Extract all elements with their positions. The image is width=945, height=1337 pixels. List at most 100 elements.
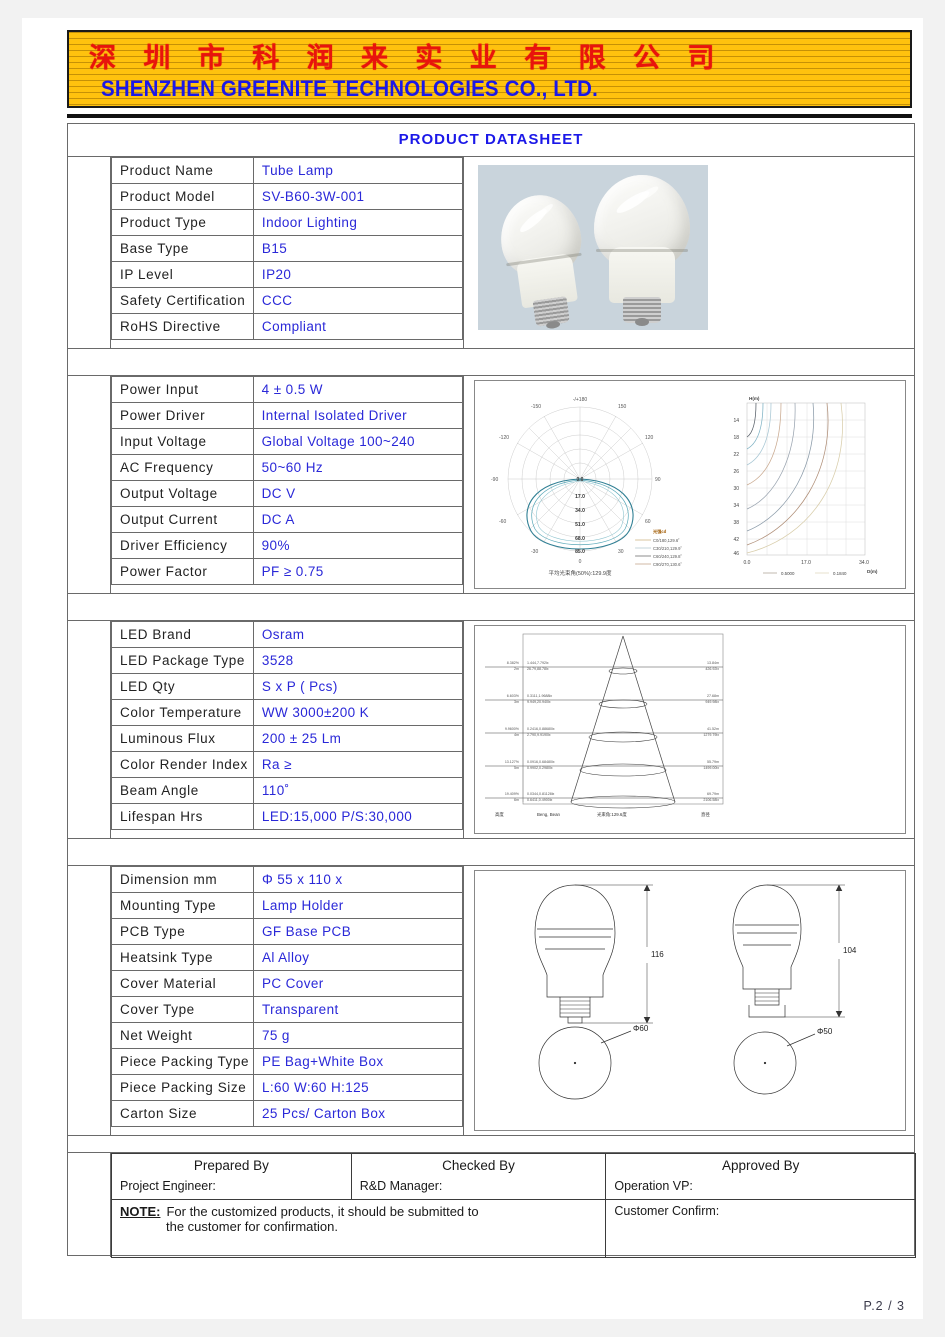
row-gutter [68, 621, 111, 838]
section-gap-1 [68, 348, 914, 376]
table-row: Mounting Type Lamp Holder [111, 892, 464, 919]
cad-drawings-pane: 116 104 Φ60 Φ50 [463, 866, 914, 1135]
spec-value: Lamp Holder [252, 892, 464, 919]
approved-by-role: Operation VP: [614, 1179, 693, 1193]
section-gap-2 [68, 593, 914, 621]
spec-label: Color Render Index [111, 751, 254, 778]
table-row: LED Qty S x P ( Pcs) [111, 673, 464, 700]
spec-label: Product Model [111, 183, 254, 210]
svg-text:0.6411,0.4900lx: 0.6411,0.4900lx [527, 798, 553, 802]
customer-confirm-cell[interactable]: Customer Confirm: [605, 1199, 916, 1258]
prepared-by-title: Prepared By [193, 1158, 269, 1173]
polar-chart-icon: -/+180 -150 150 -120 120 -90 90 -60 60 -… [491, 397, 682, 577]
svg-text:69.79m: 69.79m [707, 792, 719, 796]
spec-value: DC A [252, 506, 464, 533]
spec-value: Osram [252, 621, 464, 648]
svg-text:42: 42 [733, 537, 739, 543]
spec-value: 4 ± 0.5 W [252, 376, 464, 403]
svg-text:85.0: 85.0 [575, 549, 585, 555]
svg-text:9.9600%: 9.9600% [505, 727, 520, 731]
spec-label: IP Level [111, 261, 254, 288]
svg-text:34.0: 34.0 [575, 508, 585, 514]
table-row: Heatsink Type Al Alloy [111, 944, 464, 971]
section-led: LED Brand Osram LED Package Type 3528 LE… [68, 621, 914, 838]
svg-text:18: 18 [733, 435, 739, 441]
section-mechanical: Dimension mm Φ 55 x 110 x Mounting Type … [68, 866, 914, 1135]
section-product: Product Name Tube Lamp Product Model SV-… [68, 157, 914, 348]
note-label: NOTE: [120, 1204, 161, 1219]
dim-left-diameter: Φ60 [633, 1024, 649, 1033]
note-line-1: For the customized products, it should b… [166, 1204, 479, 1219]
svg-text:27.68m: 27.68m [707, 694, 719, 698]
prepared-by-role: Project Engineer: [120, 1179, 216, 1193]
company-name-english: SHENZHEN GREENITE TECHNOLOGIES CO., LTD. [101, 76, 598, 101]
table-row: RoHS Directive Compliant [111, 313, 464, 340]
svg-text:51.0: 51.0 [575, 522, 585, 528]
approved-by-title: Approved By [722, 1158, 800, 1173]
svg-text:60: 60 [645, 519, 651, 525]
svg-text:3m: 3m [514, 700, 519, 704]
table-row: Piece Packing Size L:60 W:60 H:125 [111, 1074, 464, 1101]
table-row: Cover Material PC Cover [111, 970, 464, 997]
svg-text:-60: -60 [499, 519, 506, 525]
svg-text:949.98lx: 949.98lx [705, 700, 719, 704]
svg-text:34.0: 34.0 [859, 560, 869, 566]
spec-label: Heatsink Type [111, 944, 254, 971]
table-row: Driver Efficiency 90% [111, 532, 464, 559]
spec-label: Piece Packing Type [111, 1048, 254, 1075]
spec-label: Base Type [111, 235, 254, 262]
svg-text:13.84m: 13.84m [707, 661, 719, 665]
product-photo-pane [463, 157, 914, 348]
table-row: LED Brand Osram [111, 621, 464, 648]
svg-text:68.0: 68.0 [575, 536, 585, 542]
approval-table: Prepared By Project Engineer: Checked By… [110, 1153, 916, 1258]
spec-value: SV-B60-3W-001 [252, 183, 464, 210]
spec-label: LED Qty [111, 673, 254, 700]
table-row: Product Name Tube Lamp [111, 157, 464, 184]
table-row: Carton Size 25 Pcs/ Carton Box [111, 1100, 464, 1127]
svg-text:-90: -90 [491, 477, 498, 483]
signature-block: Prepared By Project Engineer: Checked By… [68, 1153, 916, 1258]
approved-by-cell[interactable]: Approved By Operation VP: [605, 1153, 916, 1200]
mechanical-spec-table: Dimension mm Φ 55 x 110 x Mounting Type … [111, 866, 464, 1127]
svg-text:0.1840: 0.1840 [833, 571, 847, 576]
svg-text:22: 22 [733, 452, 739, 458]
svg-text:0.0: 0.0 [577, 477, 584, 483]
svg-text:-/+180: -/+180 [573, 397, 588, 403]
spec-value: 110˚ [252, 777, 464, 804]
power-spec-table: Power Input 4 ± 0.5 W Power Driver Inter… [111, 376, 464, 585]
spec-label: Safety Certification [111, 287, 254, 314]
spec-label: Output Voltage [111, 480, 254, 507]
table-row: Output Current DC A [111, 506, 464, 533]
prepared-by-cell[interactable]: Prepared By Project Engineer: [111, 1153, 352, 1200]
spec-value: PC Cover [252, 970, 464, 997]
spec-value: Φ 55 x 110 x [252, 866, 464, 893]
svg-text:光强cd: 光强cd [652, 528, 667, 535]
spec-label: Product Type [111, 209, 254, 236]
svg-text:光束角:129.6度: 光束角:129.6度 [597, 811, 627, 818]
table-row: Product Type Indoor Lighting [111, 209, 464, 236]
spec-label: Driver Efficiency [111, 532, 254, 559]
spec-value: Compliant [252, 313, 464, 340]
svg-text:C60/240,129.8˚: C60/240,129.8˚ [653, 554, 682, 559]
table-row: Color Temperature WW 3000±200 K [111, 699, 464, 726]
table-row: Dimension mm Φ 55 x 110 x [111, 866, 464, 893]
checked-by-cell[interactable]: Checked By R&D Manager: [350, 1153, 607, 1200]
dim-right-diameter: Φ50 [817, 1027, 833, 1036]
datasheet-title-row: PRODUCT DATASHEET [68, 124, 914, 157]
contour-chart-icon: H(m) 14 18 22 26 30 34 38 42 46 0.0 17.0… [733, 396, 877, 576]
svg-text:Beng, Bean: Beng, Bean [537, 812, 561, 817]
dim-right-height: 104 [843, 946, 857, 955]
svg-text:38: 38 [733, 520, 739, 526]
datasheet-page: 深 圳 市 科 润 来 实 业 有 限 公 司 SHENZHEN GREENIT… [0, 0, 945, 1337]
spec-label: Color Temperature [111, 699, 254, 726]
table-row: Cover Type Transparent [111, 996, 464, 1023]
spec-value: Global Voltage 100~240 [252, 428, 464, 455]
svg-text:0: 0 [579, 559, 582, 565]
spec-label: Input Voltage [111, 428, 254, 455]
svg-text:17.0: 17.0 [575, 494, 585, 500]
banner-divider-rule [67, 114, 912, 118]
section-power: Power Input 4 ± 0.5 W Power Driver Inter… [68, 376, 914, 593]
spec-label: Luminous Flux [111, 725, 254, 752]
section-gap-4 [68, 1135, 914, 1153]
